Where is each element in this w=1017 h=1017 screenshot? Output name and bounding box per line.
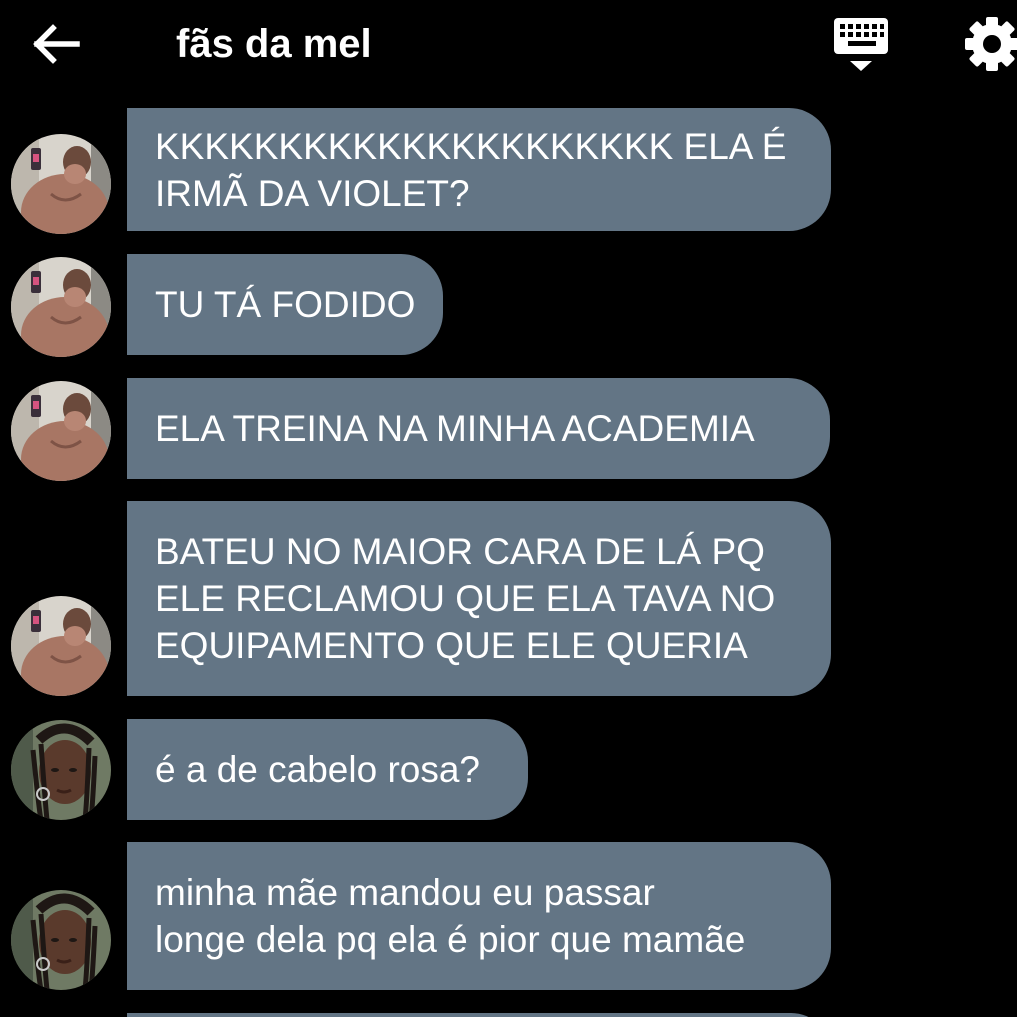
user-photo-icon (11, 720, 111, 820)
avatar[interactable] (11, 381, 111, 481)
back-button[interactable] (26, 18, 86, 70)
keyboard-icon (834, 18, 888, 71)
message-text-line: KKKKKKKKKKKKKKKKKKKKK ELA É (155, 125, 787, 167)
message-list[interactable]: KKKKKKKKKKKKKKKKKKKKK ELA É IRMÃ DA VIOL… (0, 90, 1017, 1017)
avatar[interactable] (11, 720, 111, 820)
arrow-left-icon (33, 24, 80, 64)
gear-icon (965, 17, 1017, 71)
message-bubble[interactable]: é a de cabelo rosa? (127, 719, 528, 820)
user-photo-icon (11, 134, 111, 234)
user-photo-icon (11, 381, 111, 481)
message-text-line: ELA TREINA NA MINHA ACADEMIA (155, 408, 755, 449)
message-text-line: é a de cabelo rosa? (155, 749, 481, 790)
avatar[interactable] (11, 257, 111, 357)
message-text-line: TU TÁ FODIDO (155, 284, 416, 325)
message-text-line: BATEU NO MAIOR CARA DE LÁ PQ (155, 531, 765, 572)
message-text-line: IRMÃ DA VIOLET? (155, 172, 470, 214)
message-text-line: minha mãe mandou eu passar (155, 872, 655, 913)
user-photo-icon (11, 257, 111, 357)
avatar[interactable] (11, 596, 111, 696)
user-photo-icon (11, 596, 111, 696)
user-photo-icon (11, 890, 111, 990)
message-text-line: EQUIPAMENTO QUE ELE QUERIA (155, 625, 748, 666)
message-bubble-partial[interactable] (127, 1013, 831, 1017)
message-bubble[interactable]: minha mãe mandou eu passar longe dela pq… (127, 842, 831, 990)
keyboard-button[interactable] (830, 14, 892, 76)
message-bubble[interactable]: TU TÁ FODIDO (127, 254, 443, 355)
chat-header: fãs da mel (0, 0, 1017, 90)
avatar[interactable] (11, 890, 111, 990)
message-bubble[interactable]: BATEU NO MAIOR CARA DE LÁ PQ ELE RECLAMO… (127, 501, 831, 696)
settings-button[interactable] (960, 12, 1017, 76)
avatar[interactable] (11, 134, 111, 234)
message-bubble[interactable]: ELA TREINA NA MINHA ACADEMIA (127, 378, 830, 479)
message-text-line: ELE RECLAMOU QUE ELA TAVA NO (155, 578, 776, 619)
chat-title[interactable]: fãs da mel (176, 18, 372, 70)
message-text-line: longe dela pq ela é pior que mamãe (155, 919, 746, 960)
message-bubble[interactable]: KKKKKKKKKKKKKKKKKKKKK ELA É IRMÃ DA VIOL… (127, 108, 831, 231)
